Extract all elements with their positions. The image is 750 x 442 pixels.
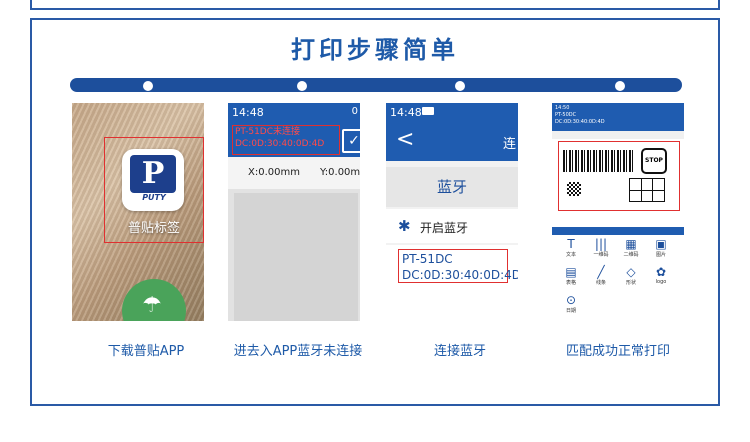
tool-tabs[interactable] bbox=[552, 227, 684, 235]
connect-button[interactable]: 连 bbox=[503, 133, 516, 152]
step1-screenshot: P PUTY 普贴标签 ☂ bbox=[72, 103, 204, 321]
x-coordinate: X:0.00mm bbox=[248, 167, 300, 178]
tool-label: 一维码 bbox=[593, 252, 609, 258]
enable-bluetooth-row[interactable]: ✱ 开启蓝牙 bbox=[386, 209, 518, 243]
label-canvas[interactable] bbox=[234, 193, 358, 321]
barcode-element bbox=[563, 150, 633, 172]
printer-address: DC:0D:30:40:0D:4D bbox=[555, 119, 605, 125]
step3-screenshot: 14:48 < 连 蓝牙 ✱ 开启蓝牙 PT-51DC DC:0D:30:40:… bbox=[386, 103, 518, 321]
bluetooth-icon: ✱ bbox=[398, 217, 411, 235]
check-icon[interactable]: ✓ bbox=[342, 129, 360, 153]
step1-caption: 下载普贴APP bbox=[107, 344, 185, 359]
page-title: 打印步骤简单 bbox=[291, 36, 459, 64]
tool-shape[interactable]: ◇ 形状 bbox=[616, 265, 646, 291]
tool-image[interactable]: ▣ 图片 bbox=[646, 237, 676, 263]
step3-caption: 连接蓝牙 bbox=[433, 344, 486, 359]
tool-line[interactable]: ╱ 线条 bbox=[586, 265, 616, 291]
back-icon[interactable]: < bbox=[396, 127, 414, 152]
step-timeline bbox=[70, 78, 682, 92]
connection-status[interactable]: PT-51DC未连接 DC:0D:30:40:0D:4D bbox=[232, 125, 340, 155]
tool-label: 线条 bbox=[595, 280, 606, 286]
tool-label: 图片 bbox=[655, 252, 666, 258]
app-header: 14:50 PT-50DC DC:0D:30:40:0D:4D bbox=[552, 103, 684, 131]
label-preview[interactable]: STOP bbox=[558, 141, 680, 211]
device-item[interactable]: PT-51DC DC:0D:30:40:0D:4D bbox=[398, 249, 518, 283]
tool-time[interactable]: ⊙ 日期 bbox=[556, 293, 586, 319]
step-dot-4 bbox=[615, 81, 625, 91]
step4-caption: 匹配成功正常打印 bbox=[565, 344, 670, 359]
app-header: 14:48 0 PT-51DC未连接 DC:0D:30:40:0D:4D ✓ bbox=[228, 103, 360, 157]
step2-screenshot: 14:48 0 PT-51DC未连接 DC:0D:30:40:0D:4D ✓ X… bbox=[228, 103, 360, 321]
device-address: DC:0D:30:40:0D:4D bbox=[402, 268, 518, 282]
y-coordinate: Y:0.00mm bbox=[320, 167, 360, 178]
tool-label: 文本 bbox=[565, 252, 576, 258]
tool-label: 日期 bbox=[565, 308, 576, 314]
qr-element bbox=[567, 182, 581, 196]
printer-name: PT-50DC bbox=[555, 112, 577, 118]
step2-caption: 进去入APP蓝牙未连接 bbox=[233, 344, 363, 359]
tool-table[interactable]: ▤ 表格 bbox=[556, 265, 586, 291]
step-dot-3 bbox=[455, 81, 465, 91]
tool-label: logo bbox=[655, 279, 667, 285]
toolbar bbox=[552, 131, 684, 139]
status-signal: 0 bbox=[351, 106, 358, 117]
stop-sign-element: STOP bbox=[641, 148, 667, 174]
status-time: 14:50 bbox=[555, 105, 570, 111]
step4-screenshot: 14:50 PT-50DC DC:0D:30:40:0D:4D STOP T 文本… bbox=[552, 103, 684, 321]
tool-label: 形状 bbox=[625, 280, 636, 286]
device-name: PT-51DC bbox=[402, 252, 453, 266]
connection-status-text: PT-51DC未连接 DC:0D:30:40:0D:4D bbox=[235, 127, 325, 149]
enable-bluetooth-label: 开启蓝牙 bbox=[420, 221, 469, 235]
tool-text[interactable]: T 文本 bbox=[556, 237, 586, 263]
tool-barcode[interactable]: ||| 一维码 bbox=[586, 237, 616, 263]
tool-label: 表格 bbox=[565, 280, 576, 286]
message-icon bbox=[422, 107, 434, 115]
highlight-box bbox=[104, 137, 204, 243]
tool-qrcode[interactable]: ▦ 二维码 bbox=[616, 237, 646, 263]
step-dot-2 bbox=[297, 81, 307, 91]
bluetooth-title: 蓝牙 bbox=[386, 167, 518, 207]
top-border bbox=[30, 0, 720, 10]
tool-logo[interactable]: ✿ logo bbox=[646, 265, 676, 291]
device-list: PT-51DC DC:0D:30:40:0D:4D bbox=[386, 245, 518, 321]
table-element bbox=[629, 178, 665, 202]
status-time: 14:48 bbox=[390, 106, 422, 119]
status-time: 14:48 bbox=[232, 106, 264, 119]
step-dot-1 bbox=[143, 81, 153, 91]
tool-label: 二维码 bbox=[623, 252, 639, 258]
umbrella-icon: ☂ bbox=[142, 293, 162, 318]
app-header: 14:48 < 连 bbox=[386, 103, 518, 161]
coordinate-bar: X:0.00mm Y:0.00mm bbox=[228, 157, 360, 189]
